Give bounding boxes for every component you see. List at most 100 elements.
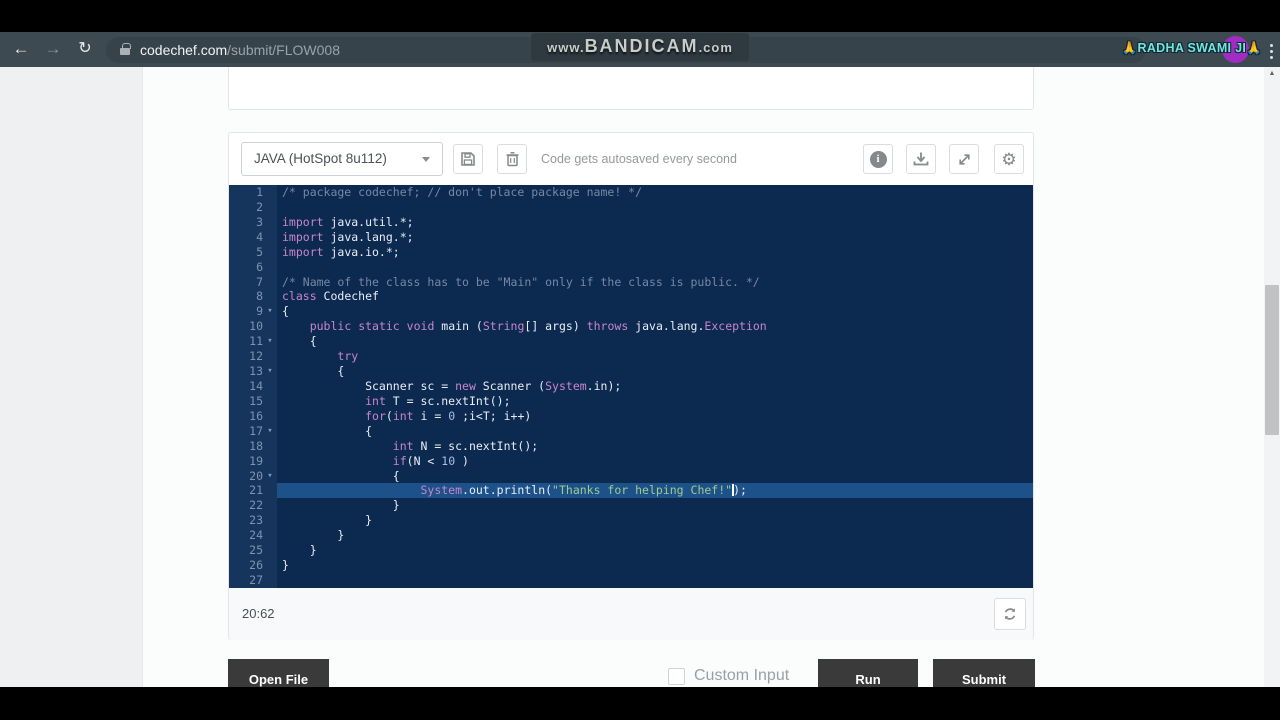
browser-forward-icon[interactable]: → (40, 32, 66, 67)
autosave-note: Code gets autosaved every second (541, 152, 737, 166)
code-line[interactable]: 14 Scanner sc = new Scanner (System.in); (229, 379, 1033, 394)
code-line[interactable]: 12 try (229, 349, 1033, 364)
info-button[interactable]: i (863, 144, 893, 174)
code-text: } (277, 558, 1033, 573)
browser-reload-icon[interactable]: ↻ (72, 32, 98, 67)
code-line[interactable]: 23 } (229, 513, 1033, 528)
code-token: } (282, 528, 345, 543)
code-line[interactable]: 25 } (229, 543, 1033, 558)
code-line[interactable]: 17 ▾ { (229, 424, 1033, 439)
code-text: int N = sc.nextInt(); (277, 439, 1033, 454)
code-text: int T = sc.nextInt(); (277, 394, 1033, 409)
code-line[interactable]: 18 int N = sc.nextInt(); (229, 439, 1033, 454)
code-line[interactable]: 10 public static void main (String[] arg… (229, 319, 1033, 334)
reset-code-button[interactable] (994, 598, 1026, 630)
browser-menu-icon[interactable] (1268, 42, 1275, 61)
line-number: 1 (256, 185, 263, 199)
fullscreen-button[interactable] (949, 144, 979, 174)
code-token: "Thanks for helping Chef!" (552, 483, 733, 498)
fold-caret-icon[interactable]: ▾ (263, 424, 277, 439)
scrollbar-up-icon[interactable]: ▲ (1264, 67, 1280, 81)
code-text: { (277, 304, 1033, 319)
code-line[interactable]: 1 /* package codechef; // don't place pac… (229, 185, 1033, 200)
code-line[interactable]: 8 class Codechef (229, 289, 1033, 304)
code-token: String (482, 319, 525, 334)
profile-name: 🙏RADHA SWAMI JI🙏 (1121, 41, 1262, 55)
code-text: { (277, 469, 1033, 484)
line-number: 22 (249, 498, 263, 513)
code-line[interactable]: 19 if(N < 10 ) (229, 454, 1033, 469)
page-scrollbar[interactable]: ▲ (1264, 67, 1280, 687)
save-button[interactable] (453, 144, 483, 174)
delete-button[interactable] (497, 144, 527, 174)
line-number: 7 (256, 274, 263, 289)
code-text: { (277, 334, 1033, 349)
code-line[interactable]: 24 } (229, 528, 1033, 543)
code-text: import java.util.*; (277, 215, 1033, 230)
download-button[interactable] (906, 144, 936, 174)
code-line[interactable]: 21 System.out.println("Thanks for helpin… (229, 483, 1033, 499)
code-token: Exception (704, 319, 767, 334)
code-token: java.io.*; (323, 244, 400, 259)
line-number: 23 (249, 513, 263, 528)
watermark-suffix: .com (698, 40, 733, 55)
problem-panel-partial (228, 67, 1034, 110)
code-line[interactable]: 6 (229, 260, 1033, 275)
watermark-prefix: www. (547, 40, 585, 55)
line-number: 2 (256, 199, 263, 214)
code-line[interactable]: 7 /* Name of the class has to be "Main" o… (229, 275, 1033, 290)
custom-input-label: Custom Input (694, 667, 790, 684)
expand-icon (958, 153, 970, 165)
code-editor[interactable]: 1 /* package codechef; // don't place pac… (229, 185, 1033, 588)
code-line[interactable]: 13 ▾ { (229, 364, 1033, 379)
code-line[interactable]: 16 for(int i = 0 ;i<T; i++) (229, 409, 1033, 424)
fold-caret-icon[interactable]: ▾ (263, 334, 277, 349)
code-line[interactable]: 5 import java.io.*; (229, 245, 1033, 260)
fold-caret-icon[interactable]: ▾ (263, 304, 277, 319)
settings-button[interactable]: ⚙ (994, 144, 1024, 174)
code-line[interactable]: 20 ▾ { (229, 469, 1033, 484)
line-number: 12 (249, 349, 263, 364)
line-number: 9 (256, 304, 263, 319)
language-selector[interactable]: JAVA (HotSpot 8u112) (241, 142, 443, 176)
code-line[interactable]: 22 } (229, 498, 1033, 513)
code-text: } (277, 543, 1033, 558)
code-line[interactable]: 27 (229, 573, 1033, 588)
trash-icon (506, 152, 518, 167)
cursor-position: 20:62 (242, 606, 275, 621)
code-token: import (282, 214, 324, 229)
fold-caret-icon[interactable]: ▾ (263, 364, 277, 379)
code-token: ;i<T; i++) (455, 408, 532, 423)
code-line[interactable]: 4 import java.lang.*; (229, 230, 1033, 245)
letterbox-bottom (0, 687, 1280, 720)
scrollbar-thumb[interactable] (1265, 285, 1279, 435)
code-line[interactable]: 3 import java.util.*; (229, 215, 1033, 230)
fold-caret-icon[interactable]: ▾ (263, 469, 277, 484)
code-line[interactable]: 26} (229, 558, 1033, 573)
line-number: 8 (256, 289, 263, 304)
browser-back-icon[interactable]: ← (8, 32, 34, 67)
code-line[interactable]: 9 ▾ { (229, 304, 1033, 319)
code-token: System (420, 483, 463, 498)
line-number: 18 (249, 438, 263, 453)
code-line[interactable]: 15 int T = sc.nextInt(); (229, 394, 1033, 409)
language-selected-value: JAVA (HotSpot 8u112) (254, 151, 387, 166)
code-token: main ( (434, 319, 483, 334)
code-token: java.util.*; (323, 214, 414, 229)
code-token: java.lang.*; (323, 229, 414, 244)
code-line[interactable]: 2 (229, 200, 1033, 215)
code-line[interactable]: 11 ▾ { (229, 334, 1033, 349)
custom-input-checkbox[interactable] (668, 668, 685, 685)
